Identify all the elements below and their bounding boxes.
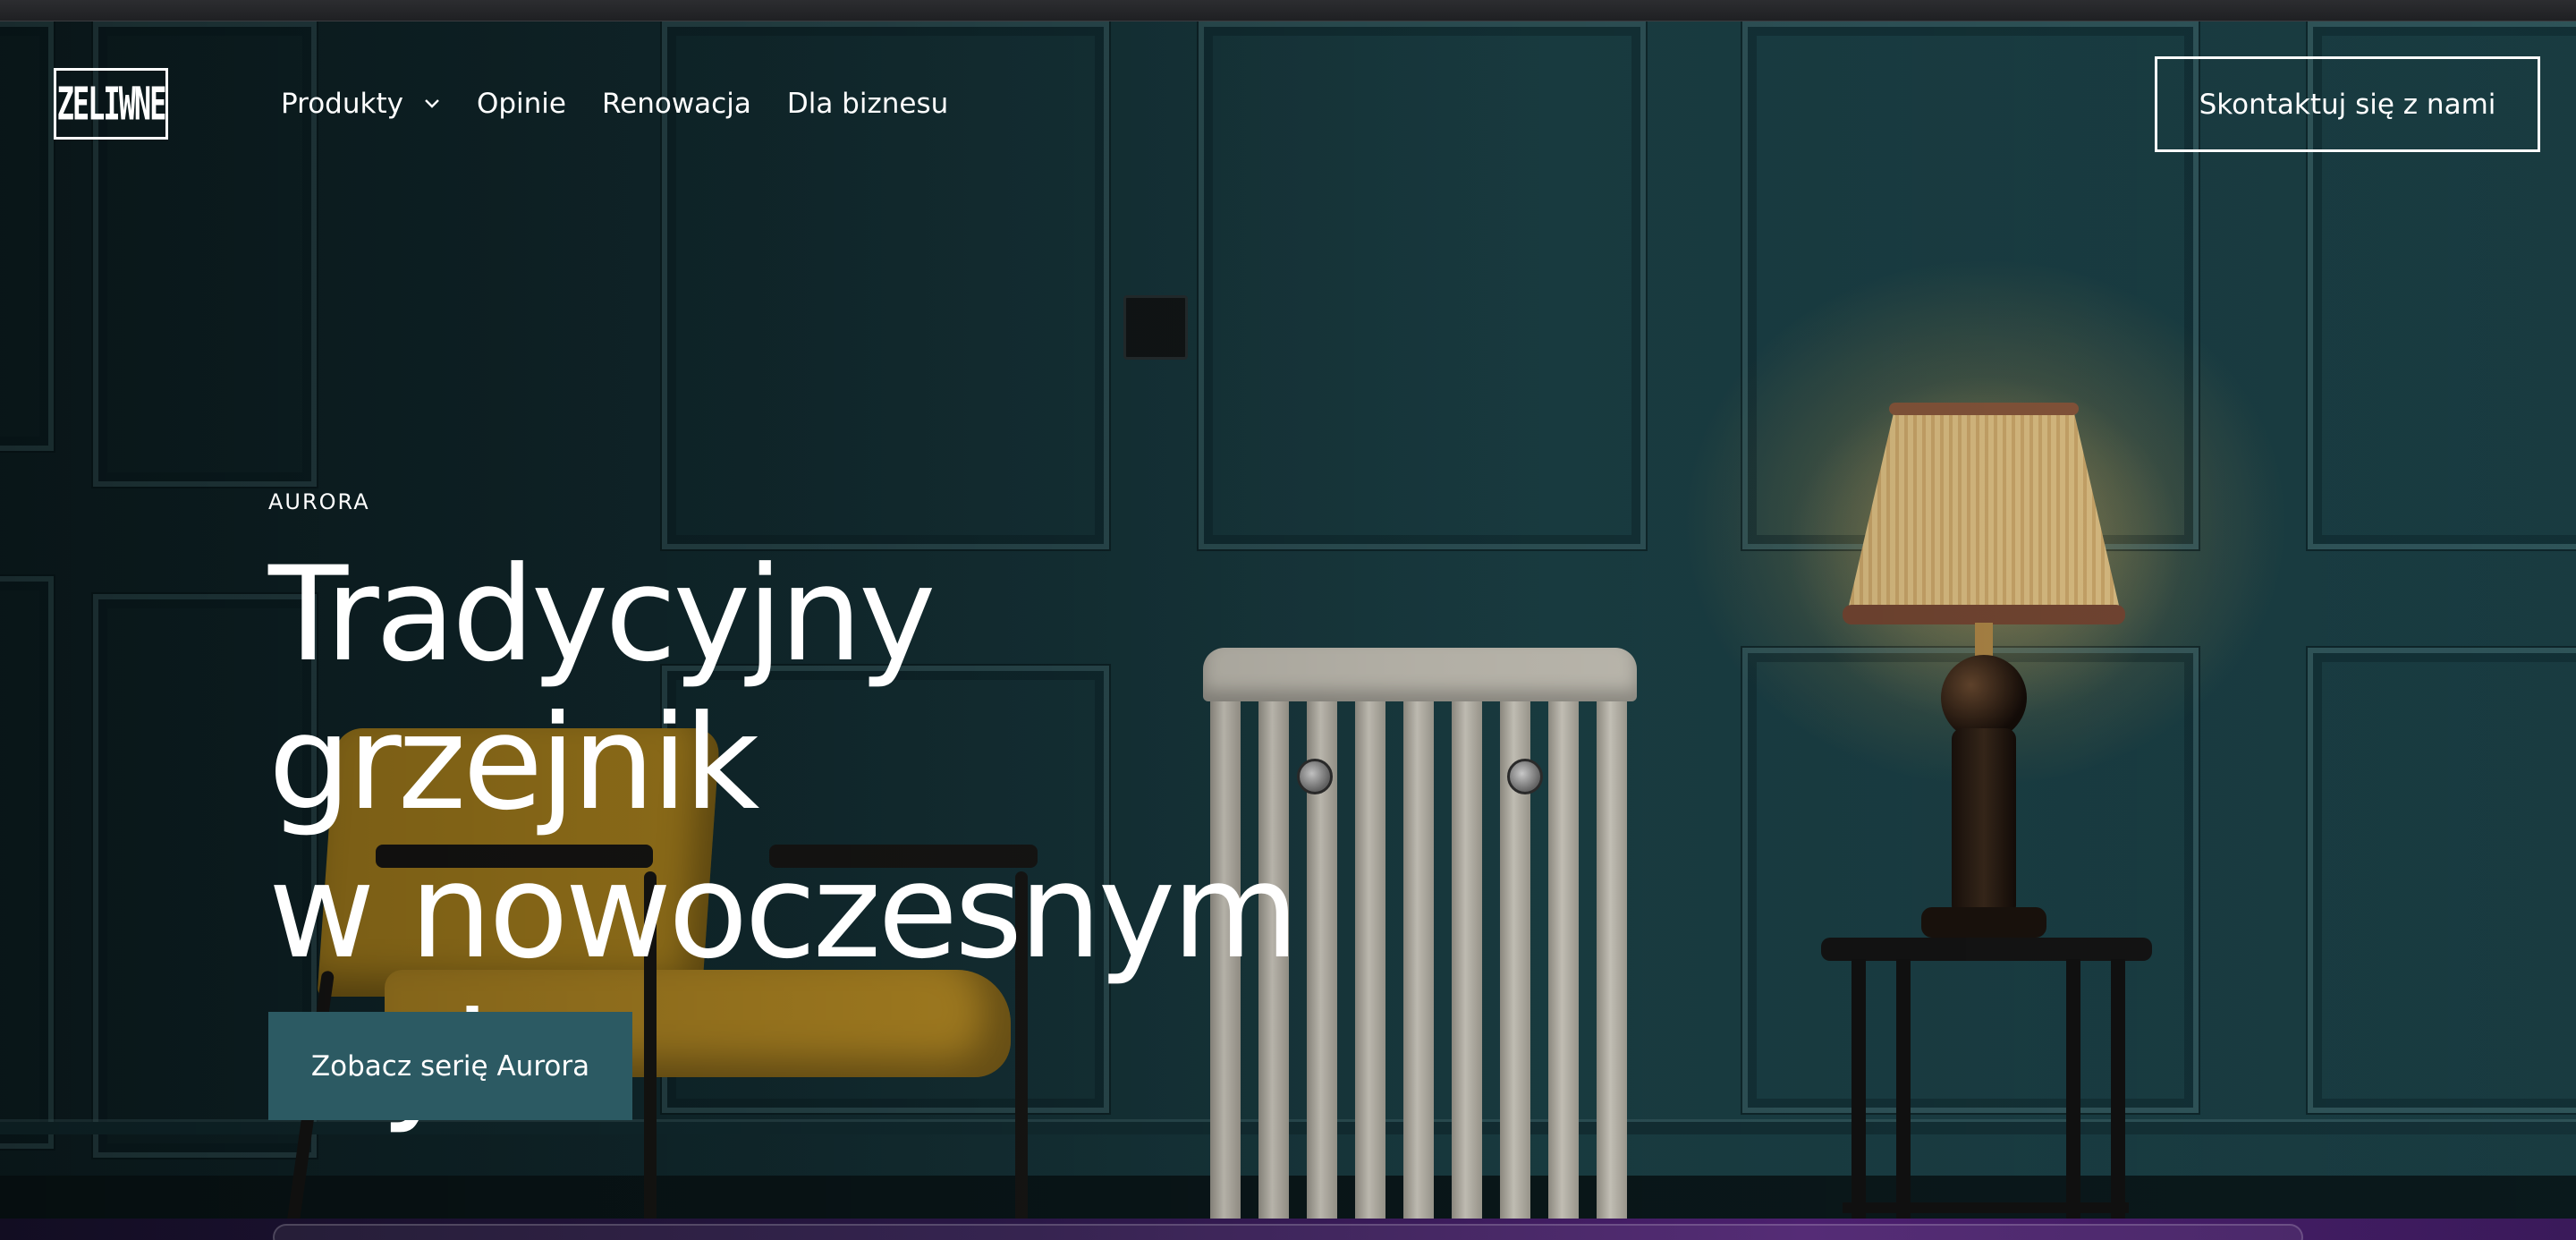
lamp-base <box>1921 907 2046 938</box>
side-table-top <box>1821 938 2152 961</box>
see-aurora-series-button[interactable]: Zobacz serię Aurora <box>268 1012 632 1120</box>
side-table-leg <box>1896 959 1911 1219</box>
wall-panel <box>0 21 54 451</box>
wall-panel <box>1199 21 1646 549</box>
radiator-column <box>1548 666 1579 1219</box>
hero-eyebrow: AURORA <box>268 489 370 514</box>
nav-item-opinie[interactable]: Opinie <box>477 88 566 120</box>
next-section-pill <box>273 1224 2303 1240</box>
nav-item-produkty[interactable]: Produkty <box>281 88 441 120</box>
wall-panel <box>0 576 54 1149</box>
lamp-shade-rim <box>1843 605 2125 624</box>
nav-item-renowacja[interactable]: Renowacja <box>602 88 751 120</box>
radiator-column <box>1597 666 1627 1219</box>
contact-button[interactable]: Skontaktuj się z nami <box>2155 56 2540 152</box>
lamp-body <box>1952 728 2016 916</box>
wall-panel <box>2308 648 2576 1113</box>
headline-line: Tradycyjny grzejnik <box>268 539 936 839</box>
logo-text: ZELIWNE <box>56 76 167 132</box>
nav-item-dla-biznesu[interactable]: Dla biznesu <box>787 88 948 120</box>
nav-item-label: Produkty <box>281 88 403 120</box>
chevron-down-icon <box>423 93 441 115</box>
light-switch <box>1123 295 1188 360</box>
nav-item-label: Dla biznesu <box>786 88 949 120</box>
radiator-column <box>1452 666 1482 1219</box>
nav-item-label: Opinie <box>476 88 566 120</box>
lamp-shade-rim <box>1889 403 2079 415</box>
headline-line: w nowoczesnym <box>268 836 1299 988</box>
radiator-column <box>1500 666 1530 1219</box>
radiator-valve <box>1507 759 1543 794</box>
nav-item-label: Renowacja <box>602 88 751 120</box>
side-table-leg <box>2066 959 2080 1219</box>
site-logo[interactable]: ZELIWNE <box>54 68 168 140</box>
side-table-leg <box>1852 959 1866 1219</box>
side-table-leg <box>2111 959 2125 1219</box>
browser-top-strip <box>0 0 2576 21</box>
side-table-shelf <box>1843 1202 2129 1213</box>
main-nav: Produkty Opinie Renowacja Dla biznesu <box>281 81 984 127</box>
